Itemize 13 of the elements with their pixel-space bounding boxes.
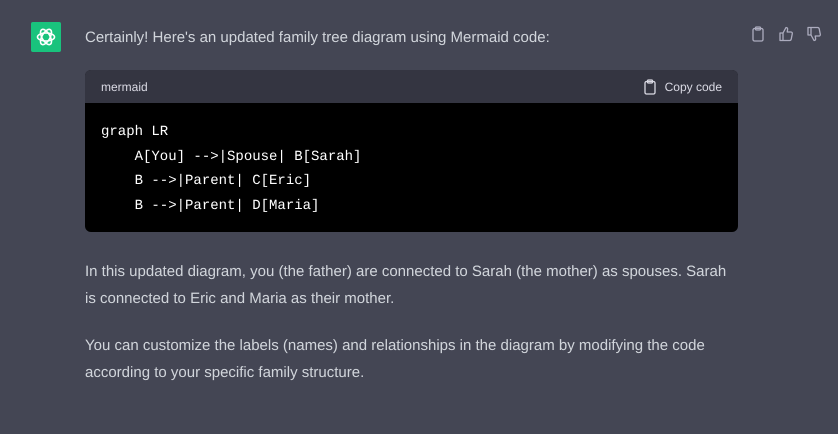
code-line: B -->|Parent| C[Eric] — [134, 172, 312, 191]
message-paragraph: You can customize the labels (names) and relationships in the diagram by modifying the code according to your specific family structure. — [85, 336, 706, 383]
code-line: B -->|Parent| D[Maria] — [134, 196, 320, 216]
clipboard-icon — [642, 78, 658, 94]
copy-code-button[interactable]: Copy code — [642, 78, 722, 94]
thumbs-down-icon[interactable] — [806, 26, 822, 42]
code-line: graph LR — [101, 123, 170, 142]
copy-icon[interactable] — [750, 26, 766, 42]
code-language: mermaid — [101, 80, 148, 94]
message-text: Certainly! Here's an updated family tree diagram using Mermaid code: — [85, 28, 551, 48]
message-paragraph: In this updated diagram, you (the father) are connected to Sarah (the mother) as spouses. Sarah is connected to Eric and Maria as their mother. — [85, 262, 728, 309]
code-line: A[You] -->|Spouse| B[Sarah] — [134, 148, 362, 166]
thumbs-up-icon[interactable] — [778, 26, 794, 42]
